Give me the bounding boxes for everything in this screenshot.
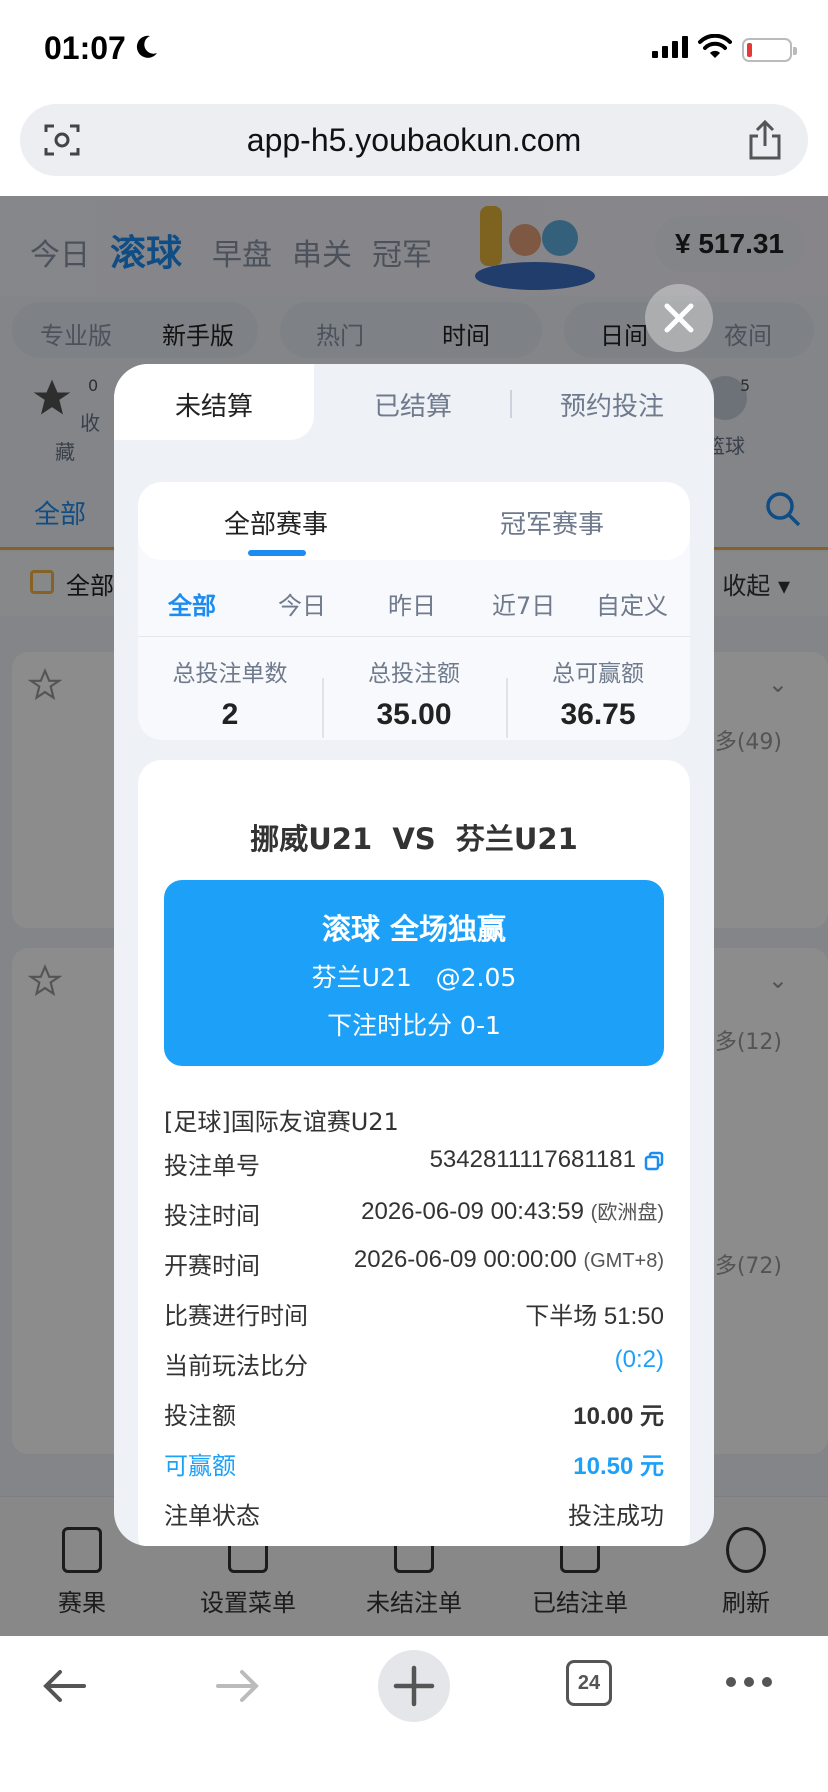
match-clock-row: 比赛进行时间 下半场 51:50: [164, 1302, 664, 1330]
tab-settled[interactable]: 已结算: [374, 386, 452, 423]
tab-all-events[interactable]: 全部赛事: [224, 504, 328, 541]
bet-pick: 芬兰U21 @2.05: [311, 963, 517, 992]
more-options-icon[interactable]: [724, 1674, 774, 1690]
back-arrow-icon[interactable]: [38, 1660, 90, 1712]
moon-icon: [136, 35, 157, 58]
close-modal-button[interactable]: [645, 284, 713, 352]
active-tab-indicator: [248, 550, 306, 556]
bet-type: 滚球 全场独赢: [321, 912, 507, 946]
new-tab-button[interactable]: [378, 1650, 450, 1722]
date-tab-all[interactable]: 全部: [168, 586, 216, 621]
wifi-icon: [698, 34, 732, 58]
date-tab-custom[interactable]: 自定义: [596, 586, 668, 621]
stat-total-stake: 总投注额 35.00: [368, 661, 460, 731]
bet-status-row: 注单状态 投注成功: [164, 1502, 664, 1530]
url-text: app-h5.youbaokun.com: [246, 122, 582, 158]
plus-icon: [393, 1665, 435, 1707]
bet-id-row: 投注单号 5342811117681181: [164, 1146, 664, 1186]
share-icon[interactable]: [748, 120, 782, 160]
tab-switcher-button[interactable]: 24: [566, 1660, 612, 1706]
event-type-tabs: 全部赛事 冠军赛事: [138, 482, 690, 560]
tab-champion-events[interactable]: 冠军赛事: [500, 504, 604, 541]
status-bar: 01:07: [0, 0, 828, 100]
stake-row: 投注额 10.00 元: [164, 1402, 664, 1430]
summary-panel: 全部赛事 冠军赛事 全部 今日 昨日 近7日 自定义 总投注单数 2 总投注额 35…: [138, 482, 690, 740]
kickoff-time-row: 开赛时间 2026-06-09 00:00:00 (GMT+8): [164, 1246, 664, 1280]
close-icon: [664, 303, 694, 333]
league-name: [足球]国际友谊赛U21: [164, 1108, 399, 1136]
browser-toolbar: 24: [0, 1636, 828, 1792]
bet-selection-box: 滚球 全场独赢 芬兰U21 @2.05 下注时比分 0-1: [164, 880, 664, 1066]
stat-total-bets: 总投注单数 2: [172, 661, 288, 731]
copy-icon[interactable]: [644, 1151, 664, 1171]
forward-arrow-icon[interactable]: [212, 1660, 264, 1712]
stat-total-winnings: 总可赢额 36.75: [552, 661, 644, 731]
match-title: 挪威U21 VS 芬兰U21: [250, 822, 578, 856]
tab-unsettled[interactable]: 未结算: [114, 364, 314, 440]
date-tab-yesterday[interactable]: 昨日: [388, 586, 436, 621]
date-tab-today[interactable]: 今日: [278, 586, 326, 621]
bet-score-at-placement: 下注时比分 0-1: [327, 1011, 501, 1040]
battery-icon: [742, 38, 797, 62]
address-bar[interactable]: app-h5.youbaokun.com: [20, 104, 808, 176]
potential-win-row: 可赢额 10.50 元: [164, 1452, 664, 1480]
date-tab-7days[interactable]: 近7日: [492, 586, 555, 621]
bet-time-row: 投注时间 2026-06-09 00:43:59 (欧洲盘): [164, 1198, 664, 1230]
clock: 01:07: [44, 30, 126, 66]
tab-divider: [510, 390, 512, 418]
bet-card: 挪威U21 VS 芬兰U21 滚球 全场独赢 芬兰U21 @2.05 下注时比分…: [138, 760, 690, 1546]
divider: [138, 636, 690, 637]
signal-icon: [652, 36, 688, 58]
current-score-row: 当前玩法比分 (0:2): [164, 1346, 664, 1380]
tab-scheduled-bets[interactable]: 预约投注: [560, 386, 664, 423]
bet-records-modal: 未结算 已结算 预约投注 全部赛事 冠军赛事 全部 今日 昨日 近7日 自定义 …: [114, 364, 714, 1546]
